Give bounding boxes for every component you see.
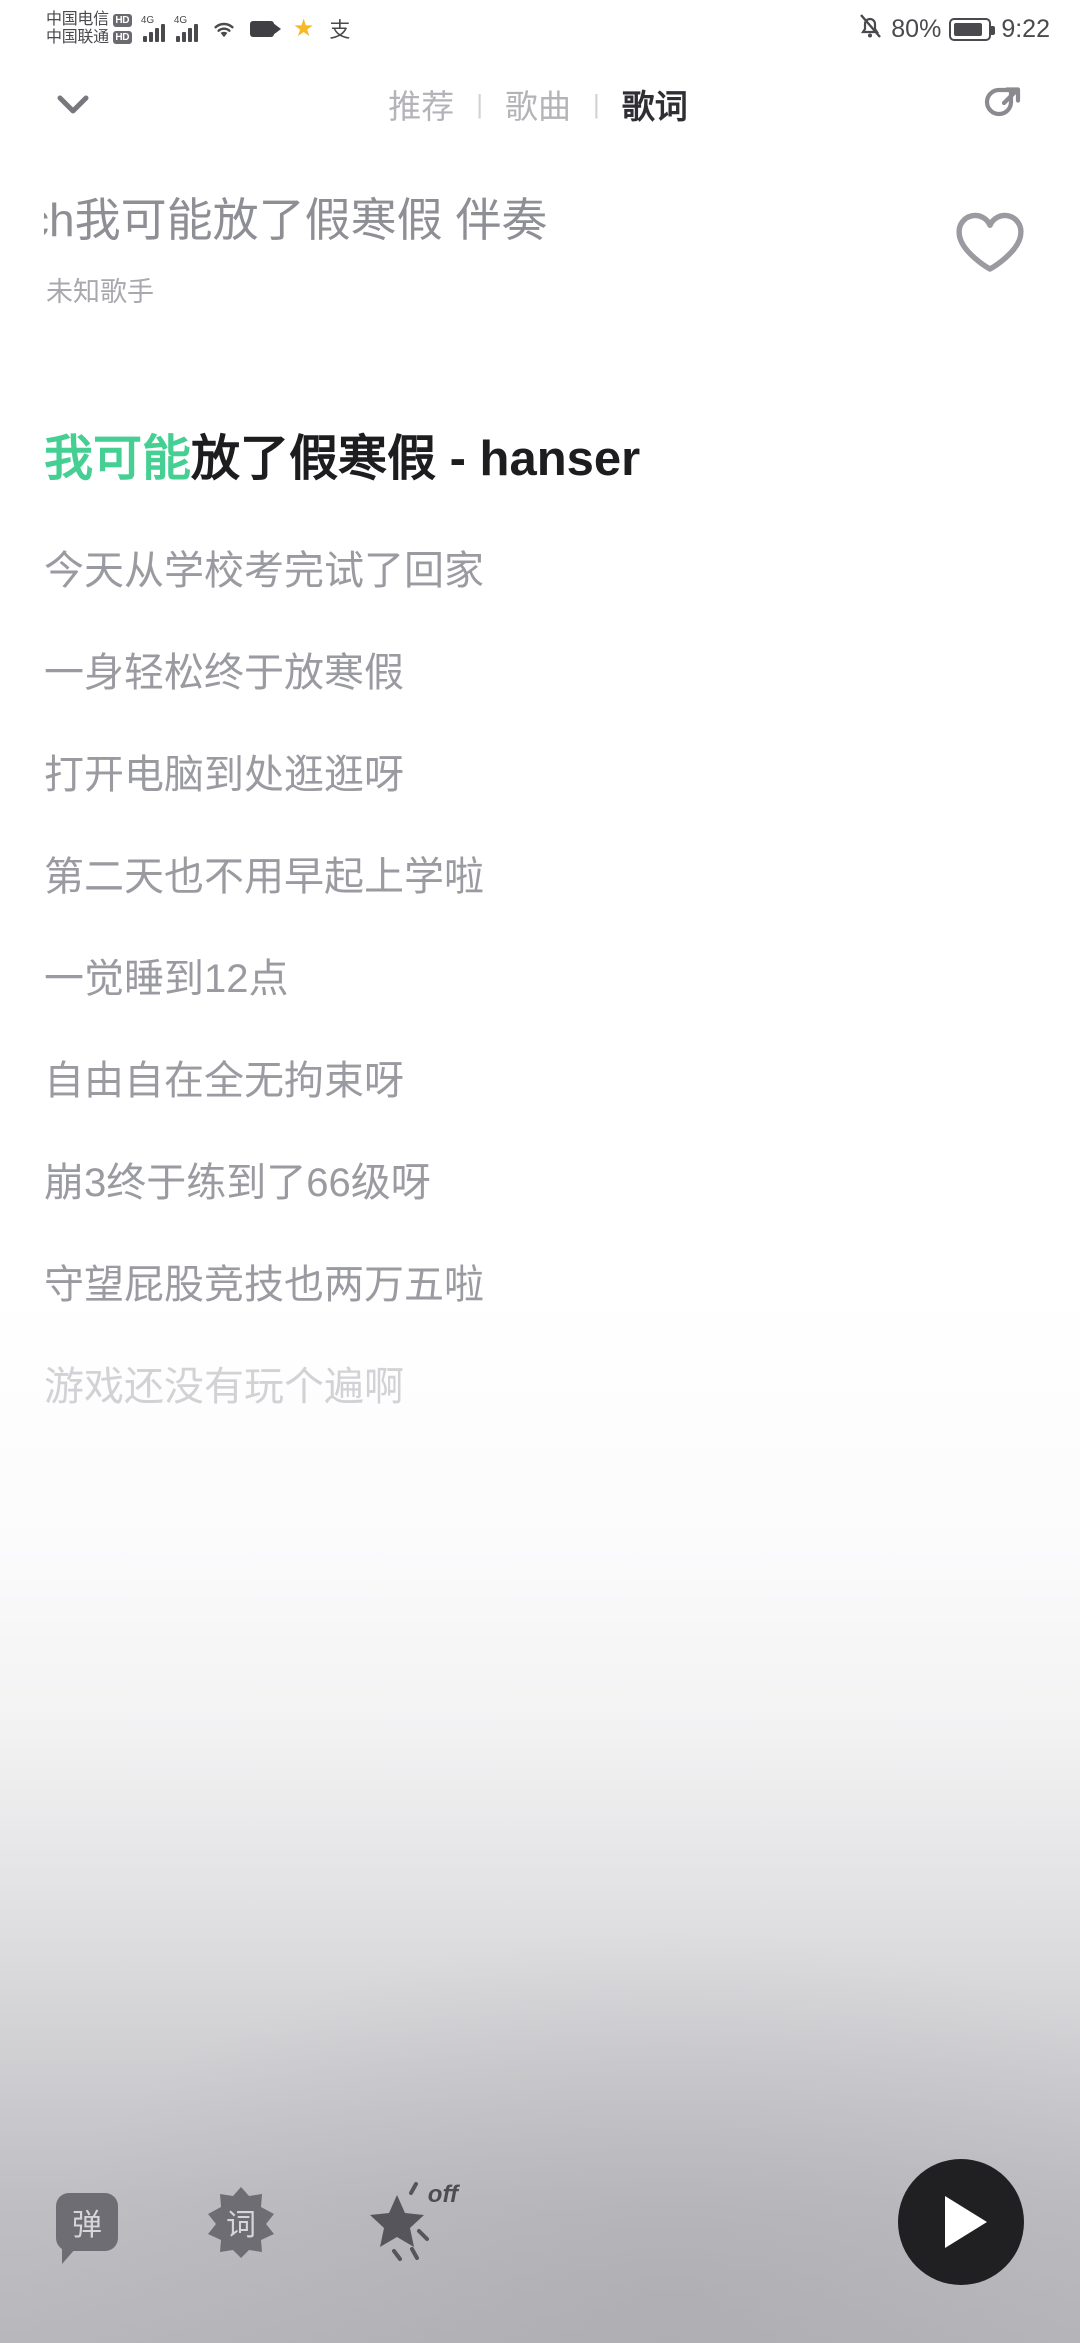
top-navigation-bar: 推荐 | 歌曲 | 歌词 (0, 58, 1080, 150)
video-camera-icon (249, 21, 281, 37)
sound-effect-state-label: off (427, 2181, 458, 2208)
heart-outline-icon (956, 212, 1024, 272)
status-bar-left: 中国电信 HD 中国联通 HD 4G 4G ★ 支 (46, 10, 351, 47)
star-icon: ★ (292, 15, 315, 42)
bottom-bar-icon-group: 弹 词 off (56, 2179, 458, 2265)
player-bottom-bar: 弹 词 off (0, 2147, 1080, 2297)
signal-bars-icon-1: 4G (140, 15, 165, 42)
carrier-labels: 中国电信 HD 中国联通 HD (46, 10, 132, 47)
lyric-line[interactable]: 一身轻松终于放寒假 (44, 648, 1036, 698)
tab-separator-1: | (476, 88, 483, 119)
lyric-sung-portion: 我可能 (44, 432, 192, 487)
share-icon (984, 87, 1021, 117)
danmaku-label: 弹 (72, 2209, 102, 2242)
network-type-label-1: 4G (140, 15, 155, 26)
carrier-1-hd-badge: HD (112, 13, 132, 27)
lyric-line-current[interactable]: 我可能放了假寒假 - hanser (44, 429, 1036, 490)
lyric-line[interactable]: 打开电脑到处逛逛呀 (44, 750, 1036, 800)
lyric-line[interactable]: 今天从学校考完试了回家 (44, 546, 1036, 596)
lyric-line[interactable]: 第二天也不用早起上学啦 (44, 852, 1036, 902)
chevron-down-icon (57, 95, 89, 114)
carrier-1-name: 中国电信 (46, 10, 109, 28)
wifi-icon (211, 19, 237, 39)
lyrics-list[interactable]: 我可能放了假寒假 - hanser 今天从学校考完试了回家 一身轻松终于放寒假 … (0, 429, 1080, 1412)
battery-icon (949, 17, 996, 41)
battery-percent-label: 80% (891, 14, 942, 43)
mute-bell-icon (857, 12, 883, 47)
lyric-line[interactable]: 崩3终于练到了66级呀 (44, 1158, 1036, 1208)
tab-separator-2: | (593, 88, 600, 119)
tab-recommend[interactable]: 推荐 (366, 80, 476, 128)
tab-song[interactable]: 歌曲 (483, 80, 593, 128)
song-text-block: ch我可能放了假寒假 伴奏 未知歌手 (44, 192, 944, 309)
status-bar-right: 80% 9:22 (857, 12, 1050, 47)
carrier-row-1: 中国电信 HD (46, 10, 132, 29)
lyric-line[interactable]: 一觉睡到12点 (44, 954, 1036, 1004)
status-bar: 中国电信 HD 中国联通 HD 4G 4G ★ 支 80% 9:22 (0, 0, 1080, 58)
play-icon (945, 2196, 987, 2248)
carrier-2-hd-badge: HD (112, 31, 132, 45)
player-tabs: 推荐 | 歌曲 | 歌词 (110, 80, 966, 128)
lyric-line[interactable]: 游戏还没有玩个遍啊 (44, 1362, 1036, 1412)
collapse-player-button[interactable] (36, 67, 110, 141)
tab-lyrics[interactable]: 歌词 (600, 80, 710, 128)
lyrics-toggle-button[interactable]: 词 (204, 2185, 278, 2259)
danmaku-bubble-icon: 弹 (56, 2193, 118, 2264)
clock-label: 9:22 (1001, 14, 1050, 43)
signal-bars-icon-2: 4G (173, 15, 198, 42)
lyrics-label: 词 (226, 2209, 256, 2242)
lyric-line[interactable]: 守望屁股竞技也两万五啦 (44, 1260, 1036, 1310)
play-button[interactable] (898, 2159, 1024, 2285)
alipay-icon: 支 (329, 19, 351, 42)
share-button[interactable] (966, 67, 1040, 141)
carrier-row-2: 中国联通 HD (46, 28, 132, 47)
sound-effect-button[interactable]: off (364, 2179, 458, 2265)
danmaku-button[interactable]: 弹 (56, 2193, 118, 2264)
music-player-lyrics-screen: 中国电信 HD 中国联通 HD 4G 4G ★ 支 80% 9:22 推荐 | … (0, 0, 1080, 2343)
lyric-line[interactable]: 自由自在全无拘束呀 (44, 1056, 1036, 1106)
network-type-label-2: 4G (173, 15, 188, 26)
lyric-unsung-portion: 放了假寒假 - hanser (191, 432, 641, 487)
song-header: ch我可能放了假寒假 伴奏 未知歌手 (0, 150, 1080, 309)
song-artist: 未知歌手 (46, 277, 154, 308)
song-title: ch我可能放了假寒假 伴奏 (44, 194, 548, 246)
lyrics-burst-icon: 词 (204, 2185, 278, 2259)
favorite-button[interactable] (944, 196, 1036, 288)
carrier-2-name: 中国联通 (46, 28, 109, 46)
